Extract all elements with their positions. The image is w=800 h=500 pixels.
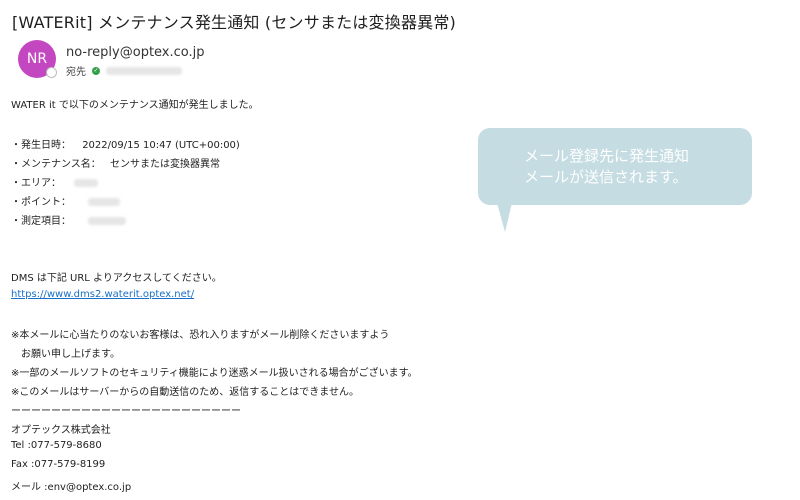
signature-fax: Fax :077-579-8199	[11, 459, 106, 470]
note-line: お願い申し上げます。	[11, 349, 120, 360]
signature-tel: Tel :077-579-8680	[11, 440, 102, 451]
intro-text: WATER it で以下のメンテナンス通知が発生しました。	[11, 100, 259, 111]
signature-mail: メール :env@optex.co.jp	[11, 482, 132, 493]
maintenance-label: ・メンテナンス名：	[11, 159, 101, 170]
to-label: 宛先	[66, 67, 86, 78]
measure-redacted	[88, 217, 127, 225]
verified-check-icon: ✓	[92, 66, 100, 75]
area-redacted	[74, 179, 99, 187]
occurred-value: 2022/09/15 10:47 (UTC+00:00)	[82, 140, 240, 151]
detail-occurred: ・発生日時： 2022/09/15 10:47 (UTC+00:00)	[11, 136, 240, 151]
point-label: ・ポイント：	[11, 197, 71, 208]
dms-link[interactable]: https://www.dms2.waterit.optex.net/	[11, 289, 194, 300]
detail-point: ・ポイント：	[11, 193, 121, 208]
callout-tail	[497, 203, 512, 232]
note-line: ※一部のメールソフトのセキュリティ機能により迷惑メール扱いされる場合がございます…	[11, 368, 418, 379]
measure-label: ・測定項目：	[11, 216, 71, 227]
note-line: ※このメールはサーバーからの自動送信のため、返信することはできません。	[11, 387, 359, 398]
signature-company: オプテックス株式会社	[11, 425, 111, 436]
sender-address[interactable]: no-reply@optex.co.jp	[66, 45, 205, 60]
detail-measure: ・測定項目：	[11, 212, 127, 227]
detail-area: ・エリア：	[11, 174, 99, 189]
callout-bubble: メール登録先に発生通知 メールが送信されます。	[478, 128, 752, 205]
callout-line-2: メールが送信されます。	[524, 167, 688, 186]
area-label: ・エリア：	[11, 178, 61, 189]
point-redacted	[88, 198, 121, 206]
detail-maintenance: ・メンテナンス名： センサまたは変換器異常	[11, 155, 220, 170]
recipient-row: 宛先 ✓	[66, 63, 182, 78]
avatar-status-icon	[46, 67, 57, 78]
callout-line-1: メール登録先に発生通知	[524, 146, 690, 165]
note-line: ※本メールに心当たりのないお客様は、恐れ入りますがメール削除くださいますよう	[11, 330, 390, 341]
email-subject: [WATERit] メンテナンス発生通知 (センサまたは変換器異常)	[12, 13, 456, 32]
recipient-redacted	[106, 66, 182, 75]
separator-line: ーーーーーーーーーーーーーーーーーーーーーーー	[11, 406, 241, 417]
maintenance-value: センサまたは変換器異常	[110, 159, 220, 170]
access-text: DMS は下記 URL よりアクセスしてください。	[11, 273, 222, 284]
occurred-label: ・発生日時：	[11, 140, 71, 151]
